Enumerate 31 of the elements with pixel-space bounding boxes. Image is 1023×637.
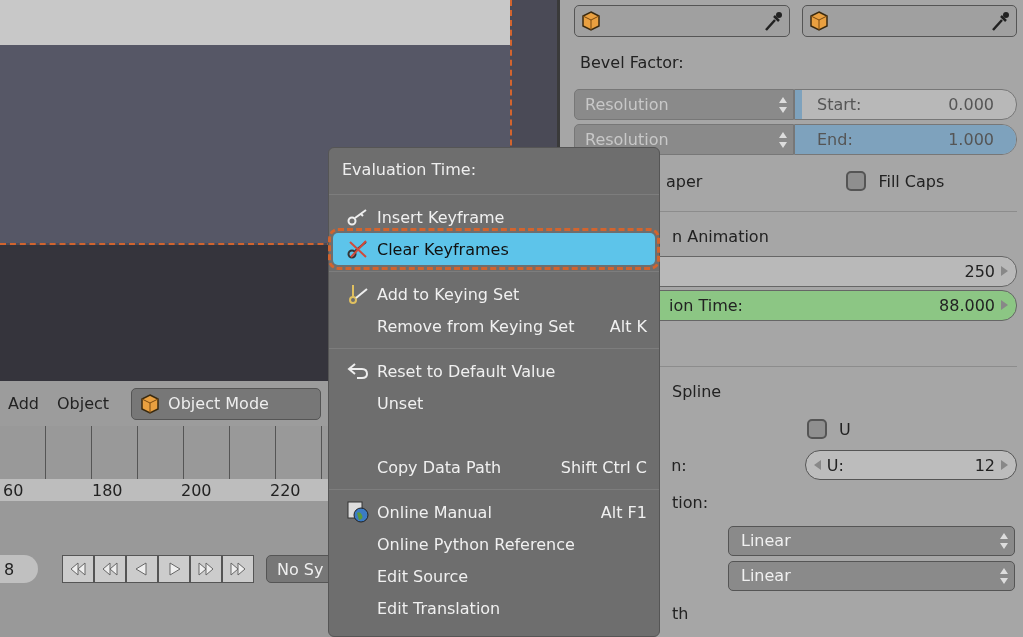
frame-field[interactable]: 8 xyxy=(0,555,38,583)
checkbox-label: Fill Caps xyxy=(878,171,945,191)
field-label: n: xyxy=(671,455,687,475)
menu-item[interactable]: Edit Translation xyxy=(333,592,655,624)
radius-dropdown[interactable]: Linear xyxy=(728,560,1015,591)
menu-item[interactable]: Online Manual Alt F1 xyxy=(333,496,655,528)
resolution-field[interactable]: U: 12 xyxy=(804,450,1017,480)
menu-item[interactable]: Edit Source xyxy=(333,560,655,592)
menu-item[interactable]: Unset xyxy=(333,387,655,419)
factor-slider[interactable]: Start: 0.000 xyxy=(794,89,1017,120)
factor-slider[interactable]: End: 1.000 xyxy=(794,124,1017,155)
header-menu[interactable]: Add xyxy=(8,394,39,413)
tilt-dropdown[interactable]: Linear xyxy=(728,525,1015,556)
field-label: tion: xyxy=(672,492,709,512)
frame-number: 200 xyxy=(181,480,213,500)
menu-item[interactable]: Copy Data Path Shift Ctrl C xyxy=(333,451,655,483)
menu-title: Evaluation Time: xyxy=(341,160,478,181)
checkbox-label: U xyxy=(839,419,851,439)
menu-item[interactable]: Reset to Default Value xyxy=(333,355,655,387)
menu-item[interactable]: Online Python Reference xyxy=(333,528,655,560)
frame-number: 60 xyxy=(3,480,25,500)
frame-number: 220 xyxy=(270,480,302,500)
frame-number: 180 xyxy=(92,480,124,500)
header-menu[interactable]: Object xyxy=(57,394,110,413)
panel-header[interactable]: n Animation xyxy=(672,226,769,246)
section-label: Bevel Factor: xyxy=(579,52,684,72)
menu-item[interactable]: Insert Keyframe xyxy=(333,201,655,233)
checkbox-label: th xyxy=(672,603,689,623)
checkbox-label: aper xyxy=(666,171,703,191)
panel-header[interactable]: Spline xyxy=(672,381,722,401)
mode-dropdown[interactable]: Object Mode xyxy=(131,387,322,420)
